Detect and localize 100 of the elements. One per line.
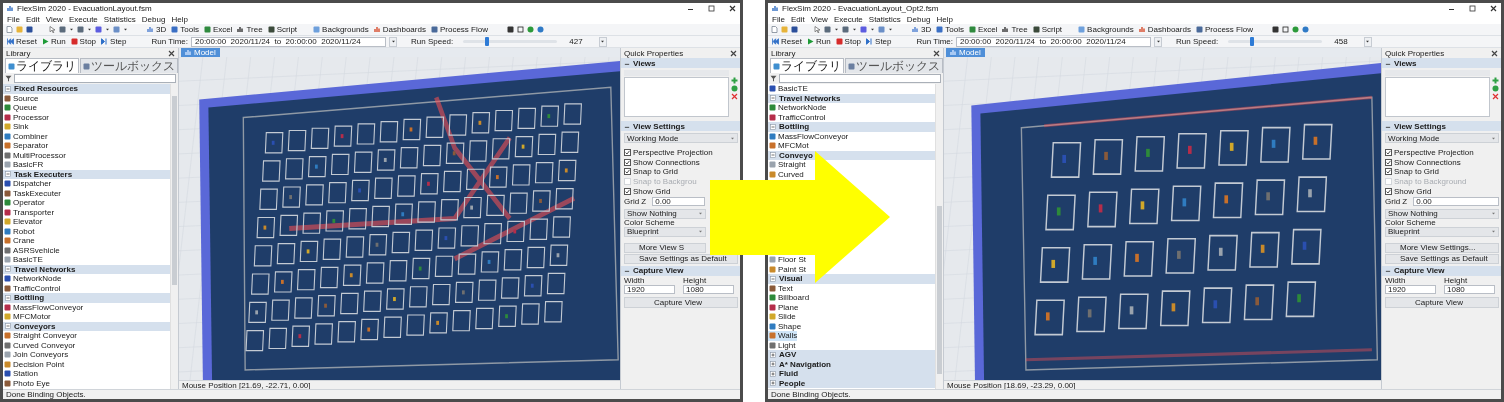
dropdown-button[interactable] bbox=[598, 36, 607, 47]
scrollbar[interactable] bbox=[170, 84, 178, 389]
mode-dropdown[interactable]: Working Mode bbox=[1385, 133, 1499, 143]
color-scheme-dropdown[interactable]: Blueprint bbox=[1385, 226, 1499, 237]
refresh-icon[interactable] bbox=[731, 85, 738, 92]
run-control-button[interactable]: Stop bbox=[69, 36, 98, 47]
caret-icon[interactable] bbox=[123, 26, 128, 33]
caret-icon[interactable] bbox=[834, 26, 839, 33]
category-header[interactable]: A* Navigation bbox=[768, 359, 935, 369]
close-icon[interactable] bbox=[1491, 49, 1498, 57]
refresh-icon[interactable] bbox=[1492, 85, 1499, 92]
category-header[interactable]: Fluid bbox=[768, 369, 935, 379]
scrollbar-thumb[interactable] bbox=[172, 96, 177, 286]
height-field[interactable]: 1080 bbox=[683, 284, 734, 294]
run-control-button[interactable]: Run bbox=[40, 36, 67, 47]
run-control-button[interactable]: Reset bbox=[771, 36, 803, 47]
caret-icon[interactable] bbox=[105, 26, 110, 33]
library-item[interactable]: Transporter bbox=[3, 207, 55, 217]
library-item[interactable]: Photo Eye bbox=[3, 378, 50, 388]
section-header[interactable]: Capture View bbox=[621, 265, 740, 276]
dropdown-button[interactable] bbox=[389, 36, 397, 47]
menu-item[interactable]: Debug bbox=[141, 14, 166, 24]
capture-view-button[interactable]: Capture View bbox=[624, 296, 738, 308]
settings-button[interactable]: More View S bbox=[624, 242, 706, 253]
checkbox[interactable] bbox=[624, 168, 631, 176]
connector-icon[interactable] bbox=[59, 26, 66, 33]
width-field[interactable]: 1920 bbox=[1385, 284, 1436, 294]
connector-icon[interactable] bbox=[824, 26, 831, 33]
run-control-button[interactable]: Stop bbox=[834, 36, 863, 47]
library-item[interactable]: Operator bbox=[3, 198, 45, 208]
run-control-button[interactable]: Step bbox=[865, 36, 893, 47]
checkbox[interactable] bbox=[1385, 149, 1392, 157]
library-item[interactable]: TaskExecuter bbox=[3, 188, 62, 198]
toolbar-button[interactable]: 3D bbox=[146, 24, 168, 35]
filter-field[interactable] bbox=[779, 74, 941, 83]
library-item[interactable]: Elevator bbox=[3, 217, 43, 227]
layout-icon[interactable] bbox=[1271, 26, 1279, 33]
filter-field[interactable] bbox=[14, 74, 176, 83]
section-header[interactable]: Views bbox=[621, 58, 740, 68]
library-item[interactable]: Floor St bbox=[768, 255, 806, 265]
menu-item[interactable]: Statistics bbox=[868, 14, 901, 24]
slider-thumb[interactable] bbox=[1249, 37, 1254, 46]
settings-button[interactable]: Save Settings as Default bbox=[624, 253, 738, 264]
show-dropdown[interactable]: Show Nothing bbox=[624, 208, 706, 219]
settings-button[interactable]: More View Settings... bbox=[1385, 242, 1499, 253]
help-icon[interactable] bbox=[1291, 26, 1299, 33]
run-time-field[interactable]: 20:00:00 2020/11/24 to 20:00:00 2020/11/24 bbox=[191, 36, 386, 47]
toolbar-button[interactable]: Dashboards bbox=[372, 24, 427, 35]
close-icon[interactable] bbox=[1490, 5, 1497, 12]
category-header[interactable]: Conveyo bbox=[768, 150, 935, 160]
dropdown-button[interactable] bbox=[1154, 36, 1162, 47]
width-field[interactable]: 1920 bbox=[624, 284, 675, 294]
category-header[interactable]: People bbox=[768, 378, 935, 388]
grid-icon[interactable] bbox=[113, 26, 120, 33]
grid-z-field[interactable]: 0.00 bbox=[1413, 196, 1499, 206]
library-item[interactable]: Crane bbox=[3, 236, 35, 246]
collapse-icon[interactable] bbox=[770, 152, 776, 159]
close-icon[interactable] bbox=[729, 5, 736, 12]
menu-item[interactable]: Execute bbox=[68, 14, 98, 24]
grid-icon[interactable] bbox=[878, 26, 885, 33]
show-dropdown[interactable]: Show Nothing bbox=[1385, 208, 1499, 219]
category-header[interactable]: Fixed Resources bbox=[3, 84, 170, 94]
caret-icon[interactable] bbox=[69, 26, 74, 33]
library-item[interactable]: Curved Conveyor bbox=[3, 340, 76, 350]
settings-button[interactable]: Save Settings as Default bbox=[1385, 253, 1499, 264]
library-item[interactable]: Robot bbox=[3, 226, 35, 236]
close-icon[interactable] bbox=[168, 49, 175, 57]
height-field[interactable]: 1080 bbox=[1444, 284, 1495, 294]
library-item[interactable]: MultiProcessor bbox=[3, 150, 66, 160]
toolbar-button[interactable]: Excel bbox=[967, 24, 999, 35]
collapse-icon[interactable] bbox=[5, 294, 11, 301]
run-control-button[interactable]: Reset bbox=[6, 36, 38, 47]
category-header[interactable]: Conveyors bbox=[3, 321, 170, 331]
toolbar-button[interactable]: Tree bbox=[236, 24, 264, 35]
library-item[interactable]: Slide bbox=[768, 312, 796, 322]
section-header[interactable]: View Settings bbox=[1382, 121, 1501, 131]
pointer-icon[interactable] bbox=[49, 26, 56, 33]
toolbar-button[interactable]: Backgrounds bbox=[312, 24, 370, 35]
toolbar-button[interactable]: Process Flow bbox=[429, 24, 489, 35]
maximize-icon[interactable] bbox=[708, 5, 715, 12]
menu-item[interactable]: View bbox=[45, 14, 63, 24]
new-file-icon[interactable] bbox=[6, 26, 13, 33]
menu-item[interactable]: Statistics bbox=[103, 14, 136, 24]
menu-item[interactable]: Edit bbox=[790, 14, 805, 24]
category-header[interactable]: Bottling bbox=[3, 293, 170, 303]
run-time-field[interactable]: 20:00:00 2020/11/24 to 20:00:00 2020/11/24 bbox=[956, 36, 1151, 47]
toolbar-button[interactable]: Script bbox=[266, 24, 299, 35]
toolbar-button[interactable]: Process Flow bbox=[1194, 24, 1254, 35]
expand-icon[interactable] bbox=[770, 361, 776, 368]
color-scheme-dropdown[interactable]: Blueprint bbox=[624, 226, 706, 237]
toolbar-button[interactable]: Tools bbox=[935, 24, 965, 35]
menu-item[interactable]: Help bbox=[936, 14, 953, 24]
layout-icon[interactable] bbox=[506, 26, 514, 33]
run-control-button[interactable]: Step bbox=[100, 36, 128, 47]
checkbox[interactable] bbox=[1385, 168, 1392, 176]
toolbar-button[interactable]: Tools bbox=[170, 24, 200, 35]
connector-icon[interactable] bbox=[77, 26, 84, 33]
delete-icon[interactable] bbox=[731, 93, 738, 100]
panel-tab[interactable]: ライブラリ bbox=[770, 58, 844, 73]
category-header[interactable]: Task Executers bbox=[3, 169, 170, 179]
